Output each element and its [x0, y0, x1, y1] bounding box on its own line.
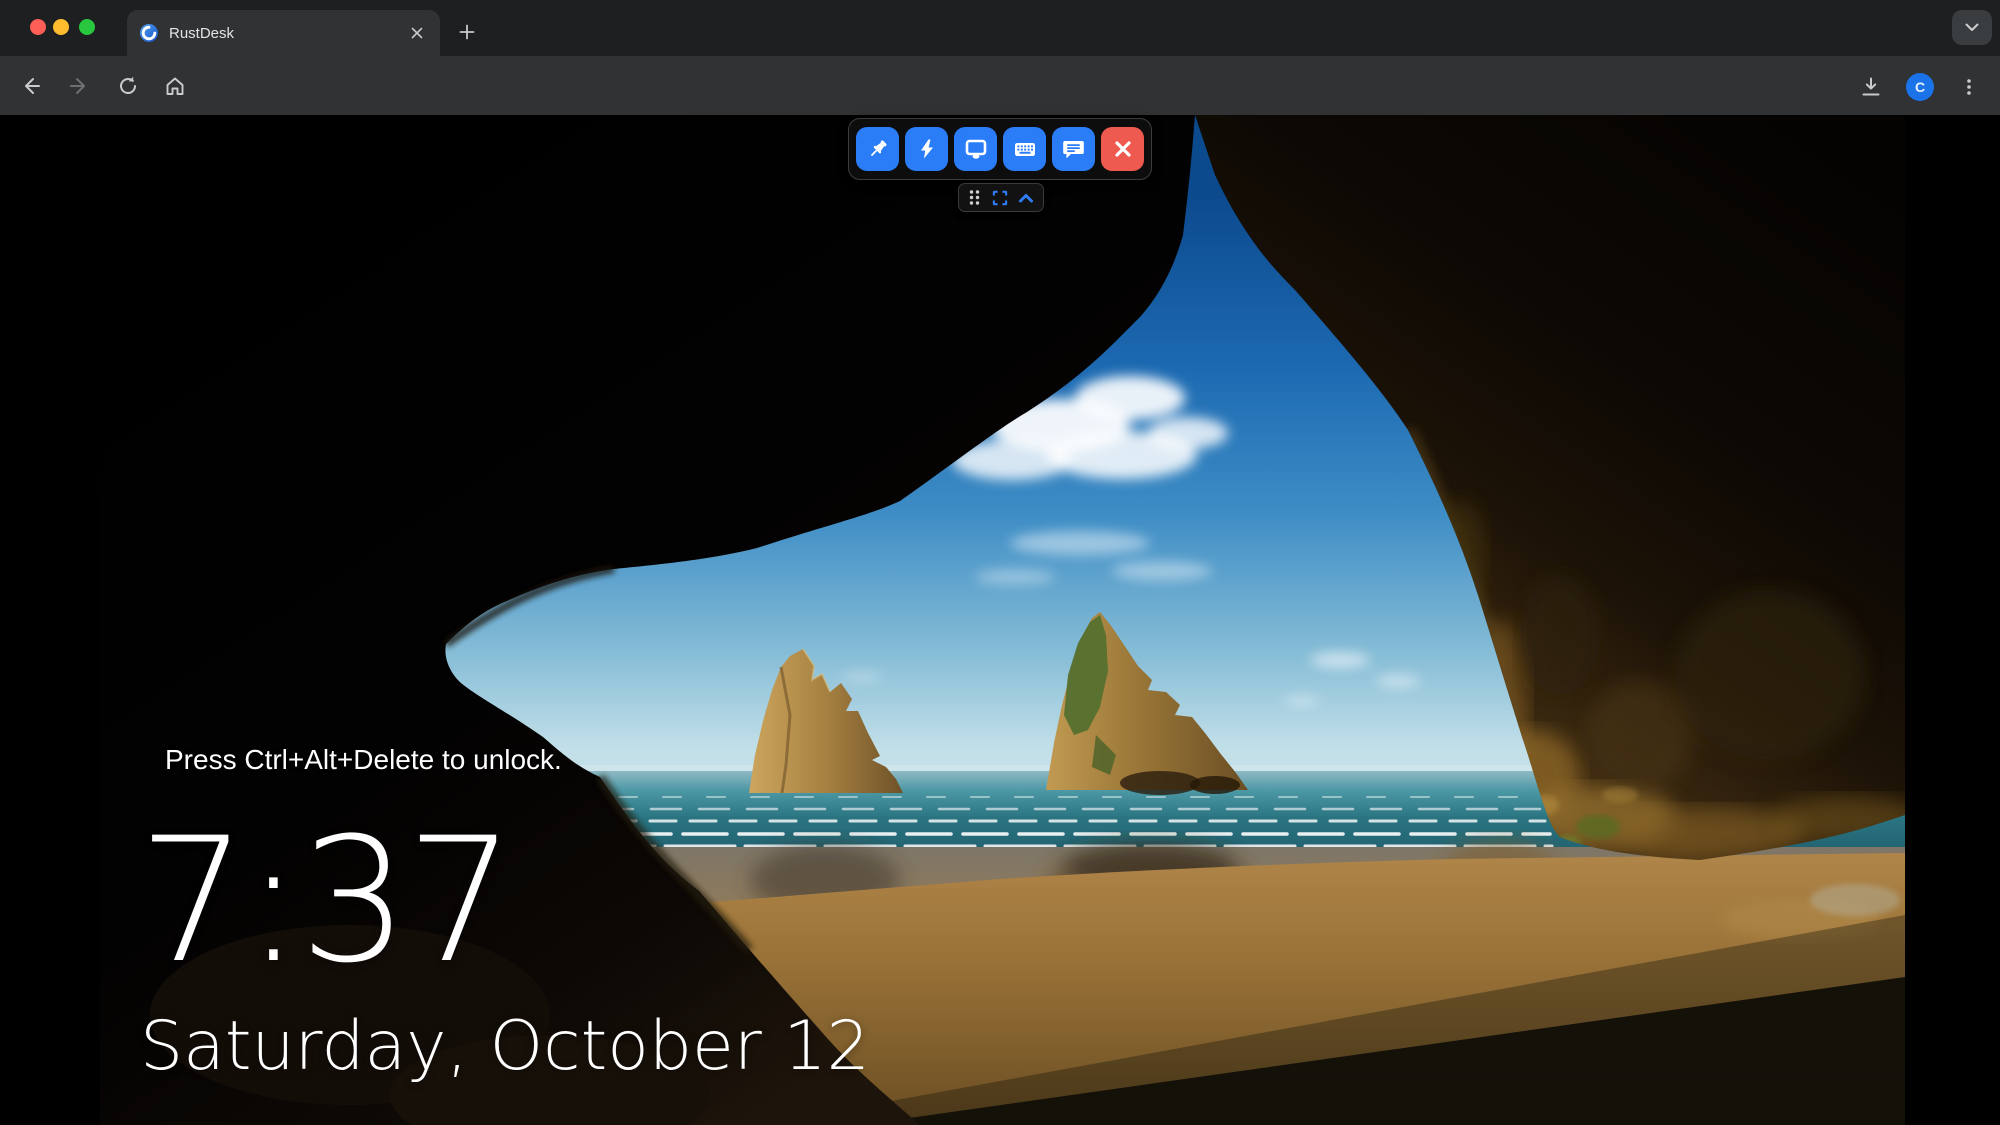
reload-button[interactable]: [110, 68, 146, 104]
lock-clock: 7:37: [138, 800, 515, 1001]
minimize-window-button[interactable]: [53, 19, 69, 35]
titlebar: RustDesk: [0, 0, 2000, 56]
display-settings-button[interactable]: [954, 127, 997, 171]
browser-toolbar: rustdesk.com/web/ 1 H1 sg G 文: [0, 56, 2000, 163]
wallpaper-tide-pool: [1810, 884, 1900, 916]
pin-toolbar-button[interactable]: [856, 127, 899, 171]
close-window-button[interactable]: [30, 19, 46, 35]
zoom-window-button[interactable]: [79, 19, 95, 35]
remote-desktop-viewport[interactable]: Press Ctrl+Alt+Delete to unlock. 7:37 Sa…: [0, 115, 2000, 1125]
lock-date: Saturday, October 12: [140, 1007, 870, 1086]
home-button[interactable]: [157, 68, 193, 104]
collapse-toolbar-icon[interactable]: [1018, 192, 1034, 204]
new-tab-button[interactable]: [452, 17, 482, 47]
fullscreen-icon[interactable]: [991, 189, 1009, 207]
drag-handle-icon[interactable]: [968, 189, 981, 206]
profile-avatar[interactable]: C: [1902, 69, 1938, 105]
tab-search-button[interactable]: [1952, 10, 1992, 45]
downloads-button[interactable]: [1853, 69, 1889, 105]
browser-tab[interactable]: RustDesk: [127, 10, 440, 56]
tab-close-icon[interactable]: [406, 22, 428, 44]
chat-button[interactable]: [1052, 127, 1095, 171]
actions-lightning-button[interactable]: [905, 127, 948, 171]
close-session-button[interactable]: [1101, 127, 1144, 171]
browser-menu-button[interactable]: [1951, 69, 1987, 105]
tab-title: RustDesk: [169, 24, 235, 42]
letterbox-left: [0, 115, 100, 1125]
forward-button[interactable]: [61, 68, 97, 104]
keyboard-button[interactable]: [1003, 127, 1046, 171]
back-button[interactable]: [13, 68, 49, 104]
rustdesk-session-toolbar: [848, 118, 1152, 180]
letterbox-right: [1905, 115, 2000, 1125]
lock-instruction: Press Ctrl+Alt+Delete to unlock.: [165, 744, 562, 775]
rustdesk-favicon-icon: [139, 23, 159, 43]
rustdesk-mini-bar: [958, 183, 1044, 212]
